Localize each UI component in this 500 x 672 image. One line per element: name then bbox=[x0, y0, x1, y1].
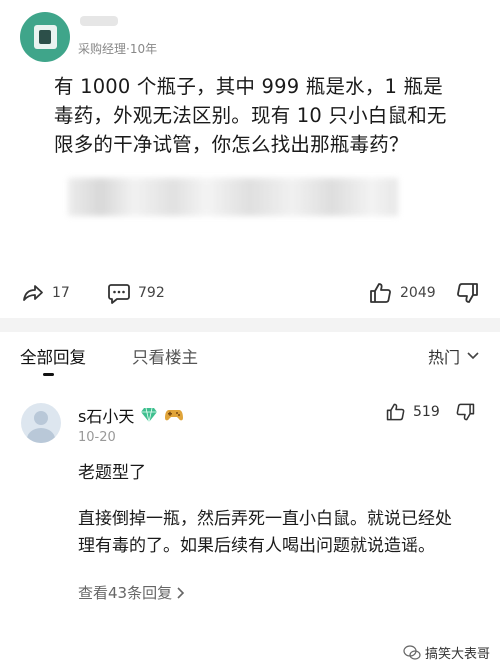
tab-only-op[interactable]: 只看楼主 bbox=[132, 344, 198, 368]
comment-thumbs-down-icon[interactable] bbox=[454, 401, 476, 423]
post-author[interactable]: 采购经理·10年 bbox=[20, 12, 157, 62]
section-divider bbox=[0, 318, 500, 332]
comment-date: 10-20 bbox=[78, 430, 116, 445]
thumbs-down-icon bbox=[457, 283, 478, 303]
post-question: 有 1000 个瓶子，其中 999 瓶是水，1 瓶是毒药，外观无法区别。现有 1… bbox=[54, 75, 447, 156]
reply-tabs: 全部回复 只看楼主 热门 bbox=[0, 340, 500, 380]
chevron-right-icon bbox=[177, 586, 185, 599]
chevron-down-icon bbox=[467, 352, 479, 360]
diamond-badge-icon bbox=[141, 407, 158, 423]
comment-like-group: 519 bbox=[385, 401, 476, 423]
post-actions: 17 792 2049 bbox=[10, 280, 490, 308]
comment-text-body: 直接倒掉一瓶，然后弄死一直小白鼠。就说已经处理有毒的了。如果后续有人喝出问题就说… bbox=[78, 509, 452, 556]
view-replies-link[interactable]: 查看43条回复 bbox=[78, 582, 186, 603]
comment-icon bbox=[108, 284, 130, 304]
comment-button[interactable]: 792 bbox=[106, 280, 165, 306]
watermark-text: 搞笑大表哥 bbox=[424, 647, 490, 662]
share-icon bbox=[23, 285, 43, 301]
share-button[interactable]: 17 bbox=[20, 280, 70, 306]
commenter-name-row[interactable]: s石小天 bbox=[78, 403, 184, 427]
thumbs-up-icon bbox=[370, 283, 391, 303]
view-replies-label: 查看43条回复 bbox=[78, 584, 173, 602]
blurred-content bbox=[68, 178, 398, 216]
like-button[interactable]: 2049 bbox=[368, 280, 436, 306]
comment-thumbs-up-icon[interactable] bbox=[385, 401, 407, 423]
watermark: 搞笑大表哥 bbox=[403, 643, 490, 662]
post-card: 采购经理·10年 有 1000 个瓶子，其中 999 瓶是水，1 瓶是毒药，外观… bbox=[10, 0, 490, 315]
author-name-redacted bbox=[80, 16, 118, 26]
comment-like-count: 519 bbox=[413, 404, 440, 420]
share-count: 17 bbox=[52, 285, 70, 301]
comment-text-line1: 老题型了 bbox=[78, 463, 146, 483]
sort-label: 热门 bbox=[427, 348, 460, 367]
commenter-avatar[interactable] bbox=[21, 403, 61, 443]
wechat-icon bbox=[403, 644, 421, 660]
comment-item: s石小天 10-20 519 老题型了 直接倒掉一瓶，然后弄死一直小白鼠。就说已… bbox=[0, 388, 500, 672]
comment-count: 792 bbox=[138, 285, 165, 301]
tab-all-replies[interactable]: 全部回复 bbox=[20, 344, 86, 368]
active-tab-indicator bbox=[43, 373, 54, 376]
commenter-name: s石小天 bbox=[78, 407, 135, 426]
dislike-button[interactable] bbox=[454, 280, 480, 306]
author-meta: 采购经理·10年 bbox=[78, 41, 158, 56]
game-controller-icon bbox=[165, 410, 184, 421]
author-avatar[interactable] bbox=[20, 12, 70, 62]
sort-dropdown[interactable]: 热门 bbox=[428, 344, 480, 368]
like-count: 2049 bbox=[400, 285, 436, 301]
